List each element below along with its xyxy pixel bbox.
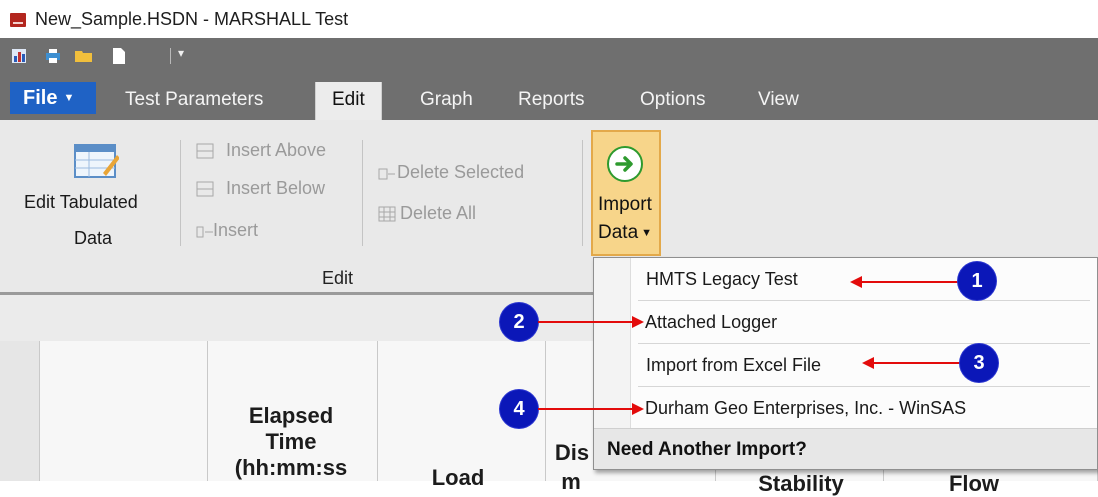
dropdown-caret-icon: ▼ <box>641 227 653 239</box>
tab-file[interactable]: File ▼ <box>10 82 96 114</box>
displacement-header: Dis <box>554 440 590 465</box>
menu-item-attached-logger[interactable]: Attached Logger <box>640 301 1098 343</box>
chart-icon[interactable] <box>12 48 26 64</box>
load-header: Load <box>431 465 485 490</box>
customize-toolbar-dropdown-icon[interactable]: ▾ <box>178 46 184 60</box>
new-document-icon[interactable] <box>112 48 126 64</box>
menu-icon-gutter <box>594 258 631 428</box>
title-bar: New_Sample.HSDN - MARSHALL Test <box>0 0 1098 38</box>
elapsed-header-2: Time <box>265 429 317 454</box>
callout-badge-4: 4 <box>500 390 538 428</box>
callout-1-arrow <box>860 281 960 283</box>
insert-icon <box>196 226 213 238</box>
marshall-app-icon <box>10 13 26 27</box>
delete-all-button[interactable]: Delete All <box>400 203 476 224</box>
quick-access-toolbar: ▾ <box>0 38 1098 74</box>
elapsed-header-3: (hh:mm:ss <box>234 455 348 480</box>
open-folder-icon[interactable] <box>75 48 93 64</box>
import-data-menu: HMTS Legacy Test Attached Logger Import … <box>593 257 1098 470</box>
callout-2-arrow <box>538 321 634 323</box>
file-menu-caret-icon: ▼ <box>63 92 75 104</box>
insert-above-icon <box>196 143 214 159</box>
grid-column-elapsed-time[interactable]: Elapsed Time (hh:mm:ss <box>208 341 378 481</box>
callout-badge-1: 1 <box>958 262 996 300</box>
tab-graph[interactable]: Graph <box>420 89 473 111</box>
import-arrow-icon <box>607 146 643 182</box>
tab-test-parameters[interactable]: Test Parameters <box>125 89 263 111</box>
callout-2-arrowhead <box>632 316 644 328</box>
window-title: New_Sample.HSDN - MARSHALL Test <box>35 9 349 29</box>
elapsed-header-1: Elapsed <box>248 403 334 428</box>
tab-options[interactable]: Options <box>640 89 705 111</box>
menu-item-durham-geo-winsas[interactable]: Durham Geo Enterprises, Inc. - WinSAS <box>640 387 1098 429</box>
edit-tabulated-data-label[interactable]: Data <box>74 228 112 249</box>
stability-header: Stability <box>758 471 844 496</box>
flow-header: Flow <box>948 471 1000 496</box>
ribbon-separator <box>180 140 181 246</box>
callout-4-arrowhead <box>632 403 644 415</box>
ribbon-tab-bar: File ▼ Test Parameters Edit Graph Reports… <box>0 74 1098 120</box>
ribbon-separator <box>362 140 363 246</box>
row-header-column <box>0 341 40 481</box>
menu-item-import-from-excel-file[interactable]: Import from Excel File <box>631 344 1091 386</box>
import-data-button[interactable]: Import Data ▼ <box>591 130 661 256</box>
insert-button[interactable]: Insert <box>213 220 258 241</box>
insert-above-button[interactable]: Insert Above <box>226 140 326 161</box>
ribbon-separator <box>582 140 583 246</box>
callout-badge-3: 3 <box>960 344 998 382</box>
tab-file-label: File <box>23 87 58 109</box>
print-icon[interactable] <box>46 48 60 64</box>
insert-below-icon <box>196 181 214 197</box>
delete-selected-icon <box>378 168 395 180</box>
tab-reports[interactable]: Reports <box>518 89 585 111</box>
ribbon-group-label: Edit <box>322 268 354 288</box>
import-data-label: Import <box>598 194 652 215</box>
edit-tabulated-data-button[interactable]: Edit Tabulated <box>24 192 138 213</box>
grid-column-blank[interactable] <box>40 341 208 481</box>
tab-edit[interactable]: Edit <box>315 82 382 120</box>
insert-below-button[interactable]: Insert Below <box>226 178 325 199</box>
toolbar-separator <box>170 48 171 64</box>
callout-3-arrow <box>872 362 962 364</box>
menu-footer-need-another-import[interactable]: Need Another Import? <box>594 428 1097 469</box>
import-data-label-2: Data ▼ <box>598 222 653 243</box>
callout-badge-2: 2 <box>500 303 538 341</box>
delete-all-icon <box>378 206 396 222</box>
edit-table-icon <box>74 144 119 178</box>
delete-selected-button[interactable]: Delete Selected <box>397 162 524 183</box>
tab-view[interactable]: View <box>758 89 799 111</box>
displacement-header-2: m <box>561 469 581 494</box>
callout-4-arrow <box>538 408 634 410</box>
